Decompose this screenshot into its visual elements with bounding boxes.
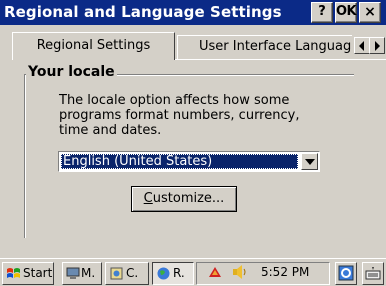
help-button[interactable]: ? [311,2,333,23]
window-title: Regional and Language Settings [4,3,282,21]
windows-flag-icon [7,268,20,278]
description-line: programs format numbers, currency, [59,108,300,123]
desktop-icon [338,265,354,281]
volume-icon[interactable] [231,264,249,281]
computer-icon [66,267,80,279]
customize-button[interactable]: Customize... [131,186,237,212]
taskbar-item-my-device[interactable]: M. [62,262,102,285]
taskbar: Start M. C. R. 5:52 PM [0,258,386,286]
ok-button[interactable]: OK [335,2,357,23]
start-label: Start [23,266,53,280]
taskbar-item-label: C. [126,266,139,280]
title-bar: Regional and Language Settings ? OK × [0,0,386,25]
clock[interactable]: 5:52 PM [261,265,309,279]
taskbar-item-control-panel[interactable]: C. [105,262,149,285]
network-icon[interactable] [207,265,223,281]
chevron-down-icon [305,159,315,165]
arrow-left-icon [359,41,364,51]
show-desktop-button[interactable] [335,262,357,285]
keyboard-icon [365,267,381,280]
dropdown-button[interactable] [301,153,318,170]
system-tray: 5:52 PM [196,262,330,285]
locale-dropdown-value[interactable]: English (United States) [61,154,298,169]
taskbar-item-label: M. [81,266,96,280]
locale-group-title: Your locale [26,64,117,80]
tab-regional-settings[interactable]: Regional Settings [12,32,175,60]
taskbar-item-regional-settings[interactable]: R. [152,262,194,285]
start-button[interactable]: Start [2,262,54,285]
tab-scroll-right-button[interactable] [369,37,385,54]
customize-mnemonic: C [143,191,153,206]
tab-user-interface-language[interactable]: User Interface Languag [177,35,352,59]
taskbar-item-label: R. [173,266,185,280]
regional-settings-icon [157,267,170,280]
description-line: time and dates. [59,123,162,138]
customize-label-rest: ustomize... [152,191,225,206]
locale-description: The locale option affects how some progr… [59,93,329,138]
input-panel-button[interactable] [362,262,384,285]
description-line: The locale option affects how some [59,93,290,108]
close-button[interactable]: × [359,2,381,23]
control-panel-icon [110,267,123,280]
locale-dropdown[interactable]: English (United States) [58,151,320,172]
arrow-right-icon [375,41,380,51]
tab-scroll-left-button[interactable] [354,37,370,54]
